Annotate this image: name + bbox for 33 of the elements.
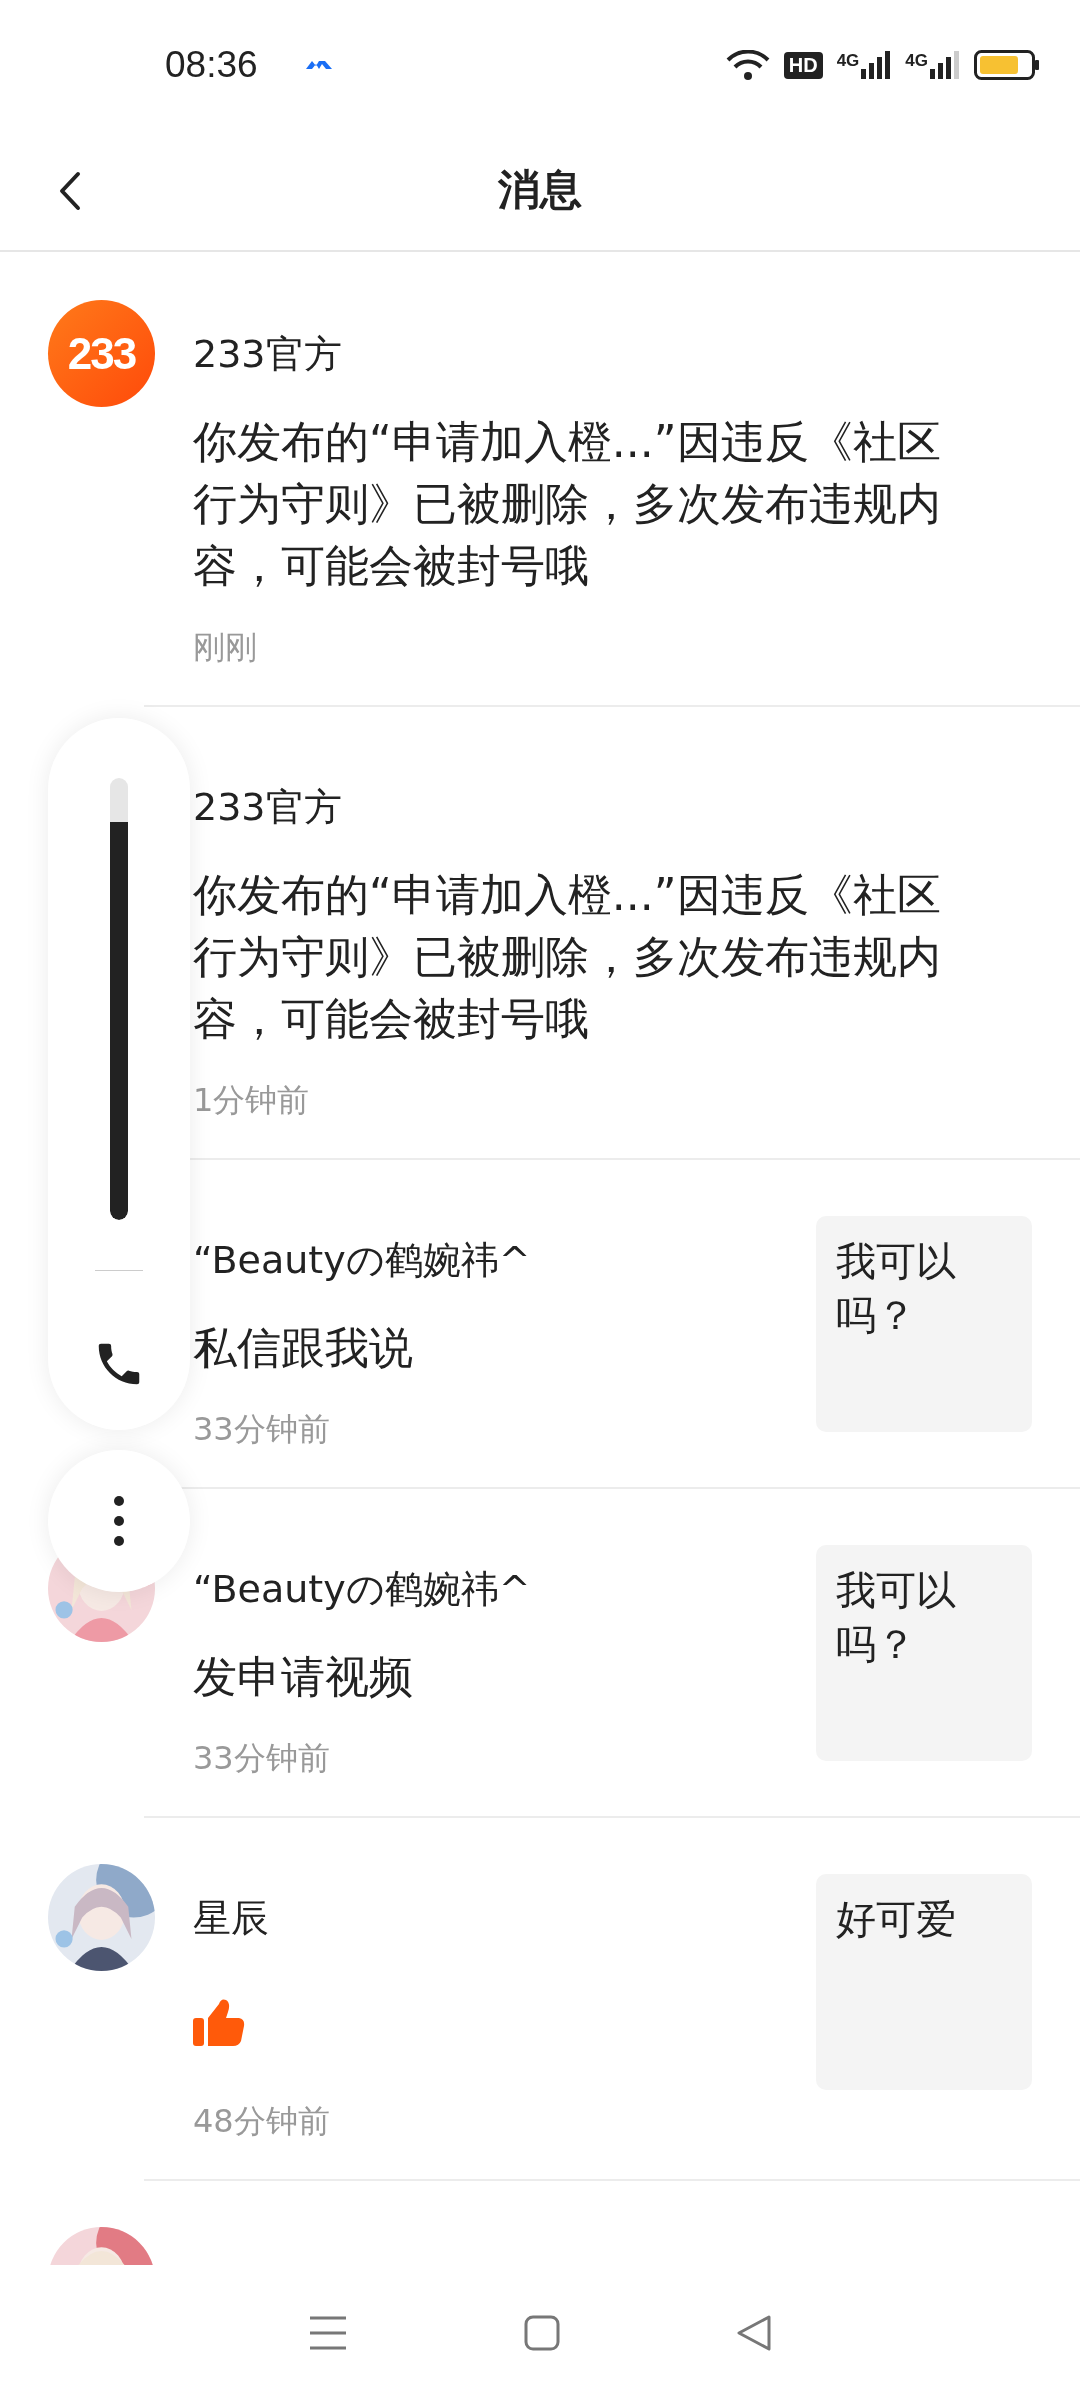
battery-icon xyxy=(974,50,1040,80)
message-time: 刚刚 xyxy=(193,627,258,668)
wifi-icon xyxy=(725,50,770,80)
message-text: 你发布的“申请加入橙...”因违反《社区行为守则》已被删除，多次发布违规内容，可能会被封号哦 xyxy=(193,868,942,1046)
sender-name: “Beautyの鹤婉祎^ xyxy=(193,1237,532,1284)
sender-name: 233官方 xyxy=(193,784,343,831)
message-time: 48分钟前 xyxy=(193,2101,331,2142)
quoted-content[interactable]: 我可以吗？ xyxy=(816,1545,1032,1761)
home-icon[interactable] xyxy=(524,2314,560,2351)
hd-badge: HD xyxy=(783,51,823,79)
network-label: 4G xyxy=(836,51,860,71)
signal-icon xyxy=(930,51,960,79)
back-icon[interactable] xyxy=(58,171,82,211)
message-text: 你发布的“申请加入橙...”因违反《社区行为守则》已被删除，多次发布违规内容，可能会被封号哦 xyxy=(193,415,942,593)
sender-name: 星辰 xyxy=(193,1895,270,1942)
thumbs-up-icon xyxy=(193,1998,245,2048)
volume-slider[interactable] xyxy=(110,778,128,1220)
message-time: 33分钟前 xyxy=(193,1738,331,1779)
cloud-icon xyxy=(305,59,332,71)
sender-name: 233官方 xyxy=(193,331,343,378)
quoted-content[interactable]: 好可爱 xyxy=(816,1874,1032,2090)
message-text: 发申请视频 xyxy=(193,1650,414,1704)
message-text: 私信跟我说 xyxy=(193,1321,414,1375)
sender-name: “Beautyの鹤婉祎^ xyxy=(193,1566,532,1613)
network-label: 4G xyxy=(905,51,928,71)
message-time: 33分钟前 xyxy=(193,1409,331,1450)
signal-icon xyxy=(861,51,892,79)
message-time: 1分钟前 xyxy=(193,1080,311,1121)
quoted-content[interactable]: 我可以吗？ xyxy=(816,1216,1032,1432)
page-title: 消息 xyxy=(498,164,582,216)
menu-icon[interactable] xyxy=(308,2314,348,2351)
status-time: 08:36 xyxy=(165,44,258,86)
more-icon xyxy=(114,1496,124,1546)
